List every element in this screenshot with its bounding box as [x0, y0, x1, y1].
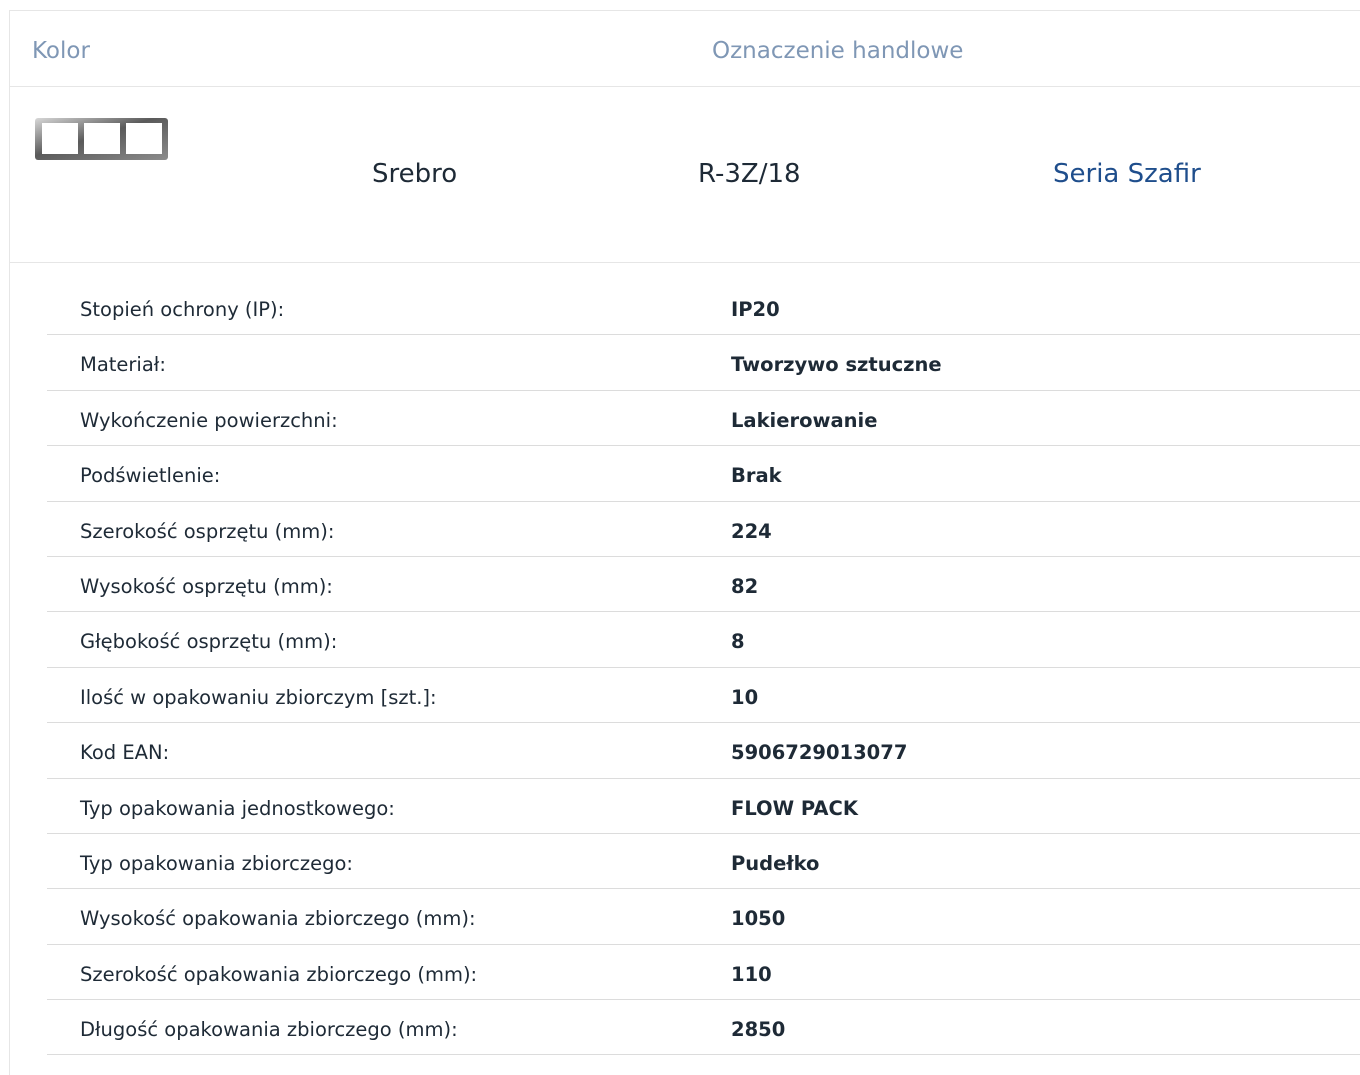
spec-label: Materiał:	[80, 353, 166, 377]
spec-row: Kod EAN: 5906729013077	[47, 723, 1360, 779]
spec-row: Wysokość opakowania zbiorczego (mm): 1050	[47, 889, 1360, 945]
spec-row: Głębokość osprzętu (mm): 8	[47, 612, 1360, 668]
spec-label: Typ opakowania jednostkowego:	[80, 796, 395, 820]
spec-label: Długość opakowania zbiorczego (mm):	[80, 1018, 458, 1042]
spec-label: Ilość w opakowaniu zbiorczym [szt.]:	[80, 685, 437, 709]
spec-list: Stopień ochrony (IP): IP20 Materiał: Tworzy…	[47, 280, 1360, 1056]
spec-value: 2850	[731, 1018, 786, 1042]
color-column-header: Kolor	[32, 38, 90, 64]
spec-label: Wysokość osprzętu (mm):	[80, 574, 333, 598]
spec-row: Wysokość osprzętu (mm): 82	[47, 557, 1360, 613]
spec-row: Długość opakowania zbiorczego (mm): 2850	[47, 1000, 1360, 1056]
spec-label: Stopień ochrony (IP):	[80, 298, 285, 321]
spec-row: Ilość w opakowaniu zbiorczym [szt.]: 10	[47, 668, 1360, 724]
spec-value: IP20	[731, 298, 780, 321]
spec-row: Typ opakowania zbiorczego: Pudełko	[47, 834, 1360, 890]
spec-label: Typ opakowania zbiorczego:	[80, 851, 353, 875]
spec-row: Materiał: Tworzywo sztuczne	[47, 335, 1360, 391]
product-table: Kolor Oznaczenie handlowe Srebro R-3Z/18…	[9, 10, 1360, 1075]
spec-value: 224	[731, 519, 772, 543]
spec-value: FLOW PACK	[731, 796, 858, 820]
product-color: Srebro	[372, 159, 458, 189]
spec-label: Kod EAN:	[80, 741, 170, 765]
spec-label: Głębokość osprzętu (mm):	[80, 630, 338, 654]
spec-value: Lakierowanie	[731, 408, 878, 432]
spec-value: Tworzywo sztuczne	[731, 353, 942, 377]
product-row: Srebro R-3Z/18 Seria Szafir	[10, 87, 1360, 263]
spec-value: 110	[731, 962, 772, 986]
spec-row: Typ opakowania jednostkowego: FLOW PACK	[47, 779, 1360, 834]
spec-label: Podświetlenie:	[80, 464, 221, 488]
spec-value: 5906729013077	[731, 741, 908, 765]
spec-value: 82	[731, 574, 759, 598]
series-link[interactable]: Seria Szafir	[1053, 159, 1201, 189]
spec-row: Podświetlenie: Brak	[47, 446, 1360, 502]
three-gang-frame-icon	[35, 118, 168, 160]
trade-name-column-header: Oznaczenie handlowe	[712, 38, 964, 64]
product-trade-name: R-3Z/18	[698, 159, 801, 189]
spec-value: 10	[731, 685, 759, 709]
spec-label: Wysokość opakowania zbiorczego (mm):	[80, 907, 476, 931]
spec-row: Wykończenie powierzchni: Lakierowanie	[47, 391, 1360, 447]
spec-label: Wykończenie powierzchni:	[80, 408, 338, 432]
table-header: Kolor Oznaczenie handlowe	[10, 11, 1360, 87]
spec-row: Szerokość opakowania zbiorczego (mm): 110	[47, 945, 1360, 1001]
spec-row: Szerokość osprzętu (mm): 224	[47, 502, 1360, 557]
spec-value: 8	[731, 630, 745, 654]
spec-label: Szerokość opakowania zbiorczego (mm):	[80, 962, 478, 986]
spec-value: Pudełko	[731, 851, 820, 875]
spec-row: Stopień ochrony (IP): IP20	[47, 280, 1360, 336]
spec-value: Brak	[731, 464, 782, 488]
spec-value: 1050	[731, 907, 786, 931]
spec-label: Szerokość osprzętu (mm):	[80, 519, 335, 543]
